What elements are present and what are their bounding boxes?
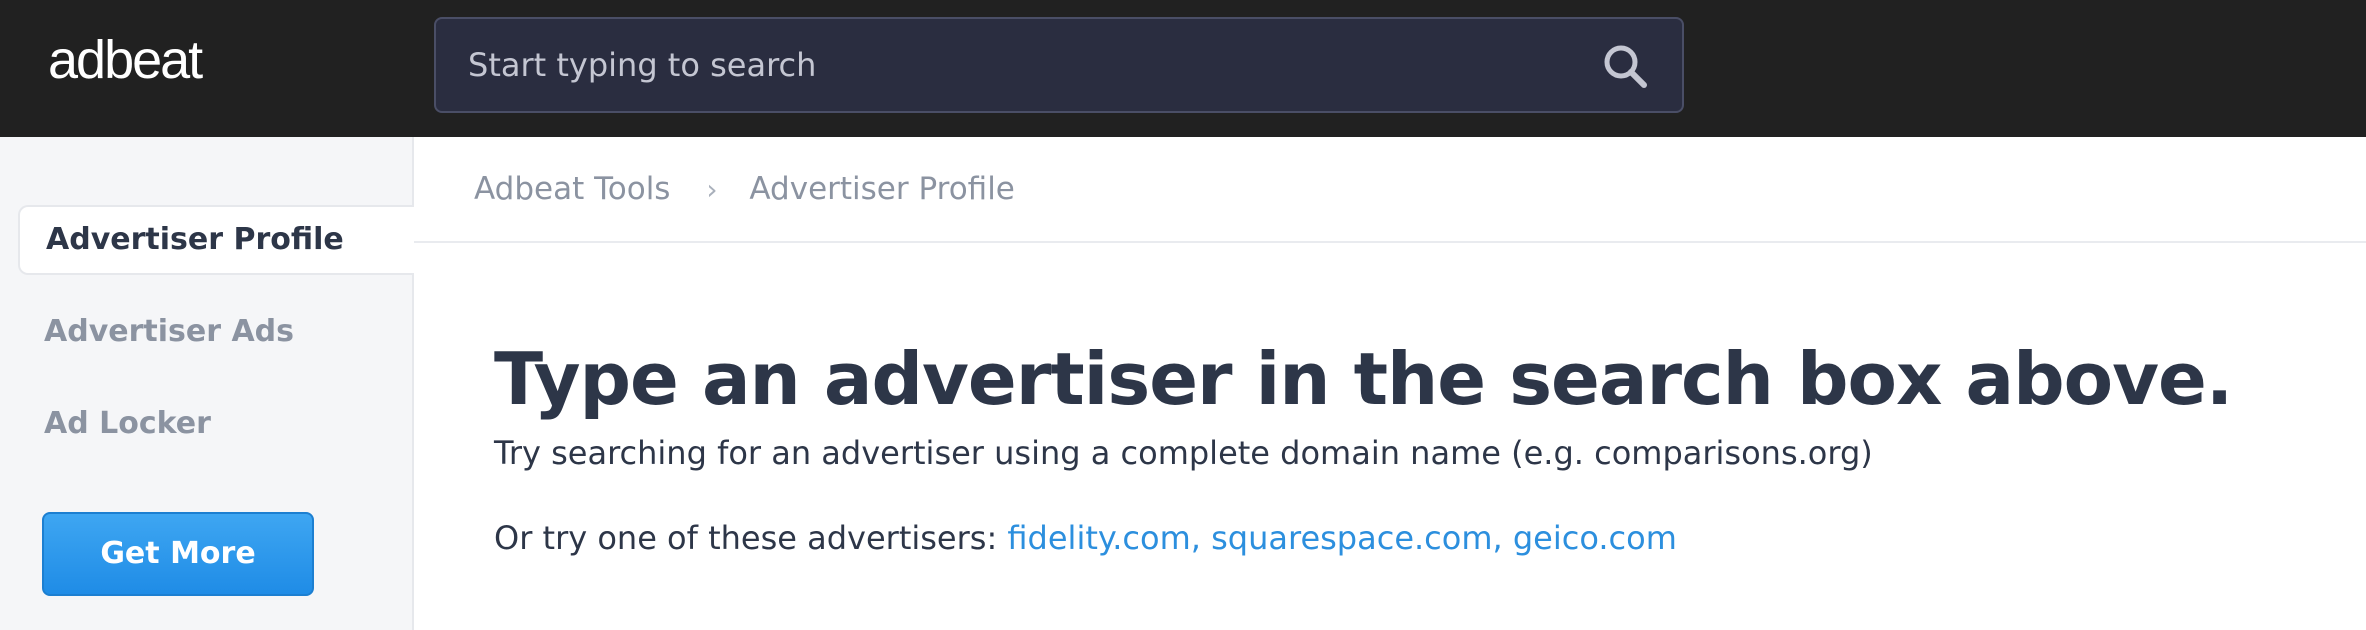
search-icon[interactable]	[1600, 41, 1650, 91]
search-box[interactable]	[434, 17, 1684, 113]
search-input[interactable]	[436, 19, 1682, 111]
page-headline: Type an advertiser in the search box abo…	[494, 337, 2233, 421]
chevron-right-icon: ›	[706, 173, 718, 206]
top-bar: adbeat	[0, 0, 2366, 137]
suggested-advertisers: Or try one of these advertisers: fidelit…	[494, 519, 1677, 557]
sidebar-item-advertiser-profile[interactable]: Advertiser Profile	[18, 205, 416, 275]
sidebar-item-advertiser-ads[interactable]: Advertiser Ads	[18, 297, 414, 367]
breadcrumb-item-advertiser-profile: Advertiser Profile	[749, 171, 1015, 207]
breadcrumb: Adbeat Tools › Advertiser Profile	[414, 137, 2366, 243]
suggestion-link-squarespace[interactable]: squarespace.com	[1211, 519, 1492, 557]
suggestions-prefix: Or try one of these advertisers:	[494, 519, 998, 557]
sidebar-item-ad-locker[interactable]: Ad Locker	[18, 389, 414, 459]
main-content: Adbeat Tools › Advertiser Profile Type a…	[414, 137, 2366, 630]
search-hint-text: Try searching for an advertiser using a …	[494, 434, 1873, 472]
get-more-button[interactable]: Get More	[42, 512, 314, 596]
breadcrumb-item-adbeat-tools[interactable]: Adbeat Tools	[474, 171, 670, 207]
adbeat-logo[interactable]: adbeat	[48, 28, 203, 92]
suggestion-link-fidelity[interactable]: fidelity.com	[1007, 519, 1190, 557]
sidebar: Advertiser Profile Advertiser Ads Ad Loc…	[0, 137, 416, 630]
suggestion-link-geico[interactable]: geico.com	[1513, 519, 1677, 557]
